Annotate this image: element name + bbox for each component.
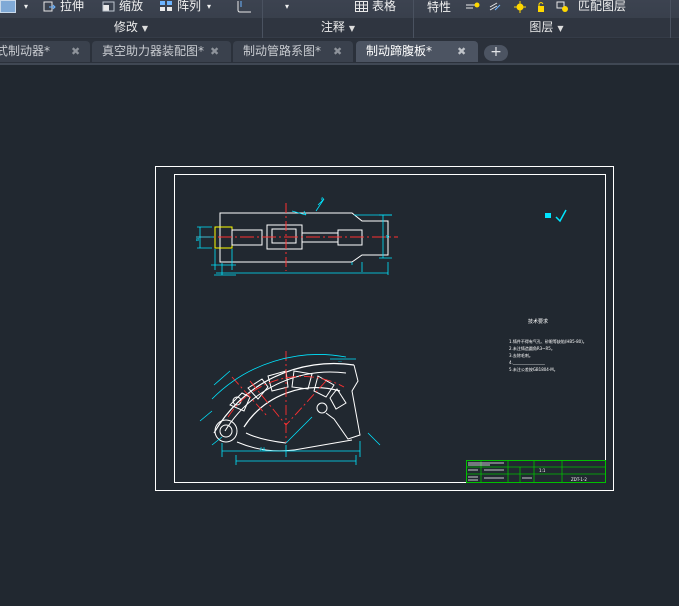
close-icon[interactable]: ✖ (457, 41, 466, 62)
match-layer-button[interactable]: 匹配图层 (578, 0, 626, 13)
tab-file-3[interactable]: 制动管路系图* ✖ (233, 41, 353, 62)
new-tab-button[interactable]: + (484, 45, 508, 61)
panel-divider (670, 0, 671, 38)
title-block-code: ZDT-1-2 (571, 477, 587, 482)
modify-panel-title[interactable]: 修改 ▼ (0, 19, 262, 36)
table-icon (355, 1, 368, 12)
chevron-down-icon: ▾ (207, 2, 212, 11)
layers-panel-title[interactable]: 图层 ▼ (414, 19, 679, 36)
ribbon-overflow-dropdown[interactable]: ▾ (0, 0, 28, 13)
top-view: ø ø ø (196, 196, 398, 276)
file-tab-bar: 式制动器* ✖ 真空助力器装配图* ✖ 制动管路系图* ✖ 制动蹄腹板* ✖ + (0, 39, 679, 63)
chevron-down-icon: ▼ (141, 24, 149, 33)
svg-text:ø: ø (319, 196, 325, 203)
chevron-down-icon: ▾ (285, 2, 290, 11)
tab-label: 真空助力器装配图* (102, 44, 205, 58)
svg-text:—: — (338, 359, 342, 364)
ribbon: ▾ 拉伸 缩放 阵列 ▾ 修改 ▼ ▾ 表格 注释 ▼ 特性 匹配图层 图层 ▼ (0, 0, 679, 39)
fillet-button[interactable] (236, 0, 252, 13)
stretch-label: 拉伸 (60, 0, 85, 13)
notes-title: 技术要求 (528, 318, 548, 325)
tab-file-1[interactable]: 式制动器* ✖ (0, 41, 90, 62)
close-icon[interactable]: ✖ (333, 41, 342, 62)
fillet-icon (237, 0, 251, 12)
roughness-symbol (545, 209, 567, 223)
plus-icon: + (490, 44, 502, 60)
svg-text:ø: ø (196, 237, 199, 243)
scale-label: 缩放 (119, 0, 144, 13)
tab-label: 制动蹄腹板* (366, 44, 433, 58)
close-icon[interactable]: ✖ (71, 41, 80, 62)
svg-text:ø: ø (384, 235, 390, 238)
scale-icon (102, 1, 115, 12)
annotation-panel-label: 注释 (320, 20, 345, 34)
note-line: 1.铸件不得有气孔、砂眼等缺陷(HB5-80)。 (509, 338, 587, 344)
front-view: — R8 (199, 351, 381, 465)
table-label: 表格 (372, 0, 397, 13)
layer-freeze-icon (514, 0, 526, 13)
array-label: 阵列 (177, 0, 202, 13)
close-icon[interactable]: ✖ (210, 41, 219, 62)
text-style-dropdown[interactable]: ▾ (285, 0, 289, 13)
stretch-icon (43, 1, 56, 12)
tab-file-2[interactable]: 真空助力器装配图* ✖ (92, 41, 231, 62)
tab-label: 式制动器* (0, 44, 51, 58)
title-block-scale: 1:1 (539, 468, 546, 473)
table-button[interactable]: 表格 (355, 0, 396, 13)
note-line: 3.去除毛刺。 (509, 352, 533, 358)
layer-off-icon (489, 2, 501, 10)
technical-notes: 技术要求 1.铸件不得有气孔、砂眼等缺陷(HB5-80)。 2.未注铸造圆角R3… (509, 318, 587, 372)
modify-panel-label: 修改 (113, 20, 138, 34)
chevron-down-icon: ▼ (557, 24, 564, 33)
layer-icon (0, 0, 16, 13)
scale-button[interactable]: 缩放 (102, 0, 143, 13)
note-line: 5.未注公差按GB1804-M。 (509, 366, 558, 372)
drawing-frame (174, 174, 606, 483)
properties-button[interactable]: 特性 (427, 1, 451, 14)
dim-text: R8 (260, 447, 266, 452)
layer-isolate-icon (556, 1, 568, 12)
layer-state-icon (466, 2, 480, 8)
note-line: 2.未注铸造圆角R3~R5。 (509, 345, 555, 351)
layer-lock-icon (538, 1, 544, 12)
layer-tools-icons (465, 0, 577, 13)
drawing-canvas[interactable]: ø ø ø — R8 技术要求 1.铸件不得有气孔、砂眼等缺陷(HB5-80)。… (0, 65, 679, 606)
title-block: 1:1 ZDT-1-2 (466, 460, 606, 483)
tab-file-4[interactable]: 制动蹄腹板* ✖ (356, 41, 478, 62)
layers-panel-label: 图层 (529, 20, 554, 34)
note-line: 4.________________ (509, 360, 546, 365)
properties-label: 特性 (427, 0, 452, 14)
tab-label: 制动管路系图* (243, 44, 322, 58)
annotation-panel-title[interactable]: 注释 ▼ (263, 19, 413, 36)
match-layer-label: 匹配图层 (578, 0, 627, 13)
cad-drawing[interactable]: ø ø ø — R8 技术要求 1.铸件不得有气孔、砂眼等缺陷(HB5-80)。… (0, 65, 679, 606)
array-button[interactable]: 阵列 ▾ (160, 0, 211, 13)
chevron-down-icon: ▾ (24, 2, 29, 11)
chevron-down-icon: ▼ (348, 24, 356, 33)
stretch-button[interactable]: 拉伸 (43, 0, 84, 13)
array-icon (160, 1, 172, 11)
